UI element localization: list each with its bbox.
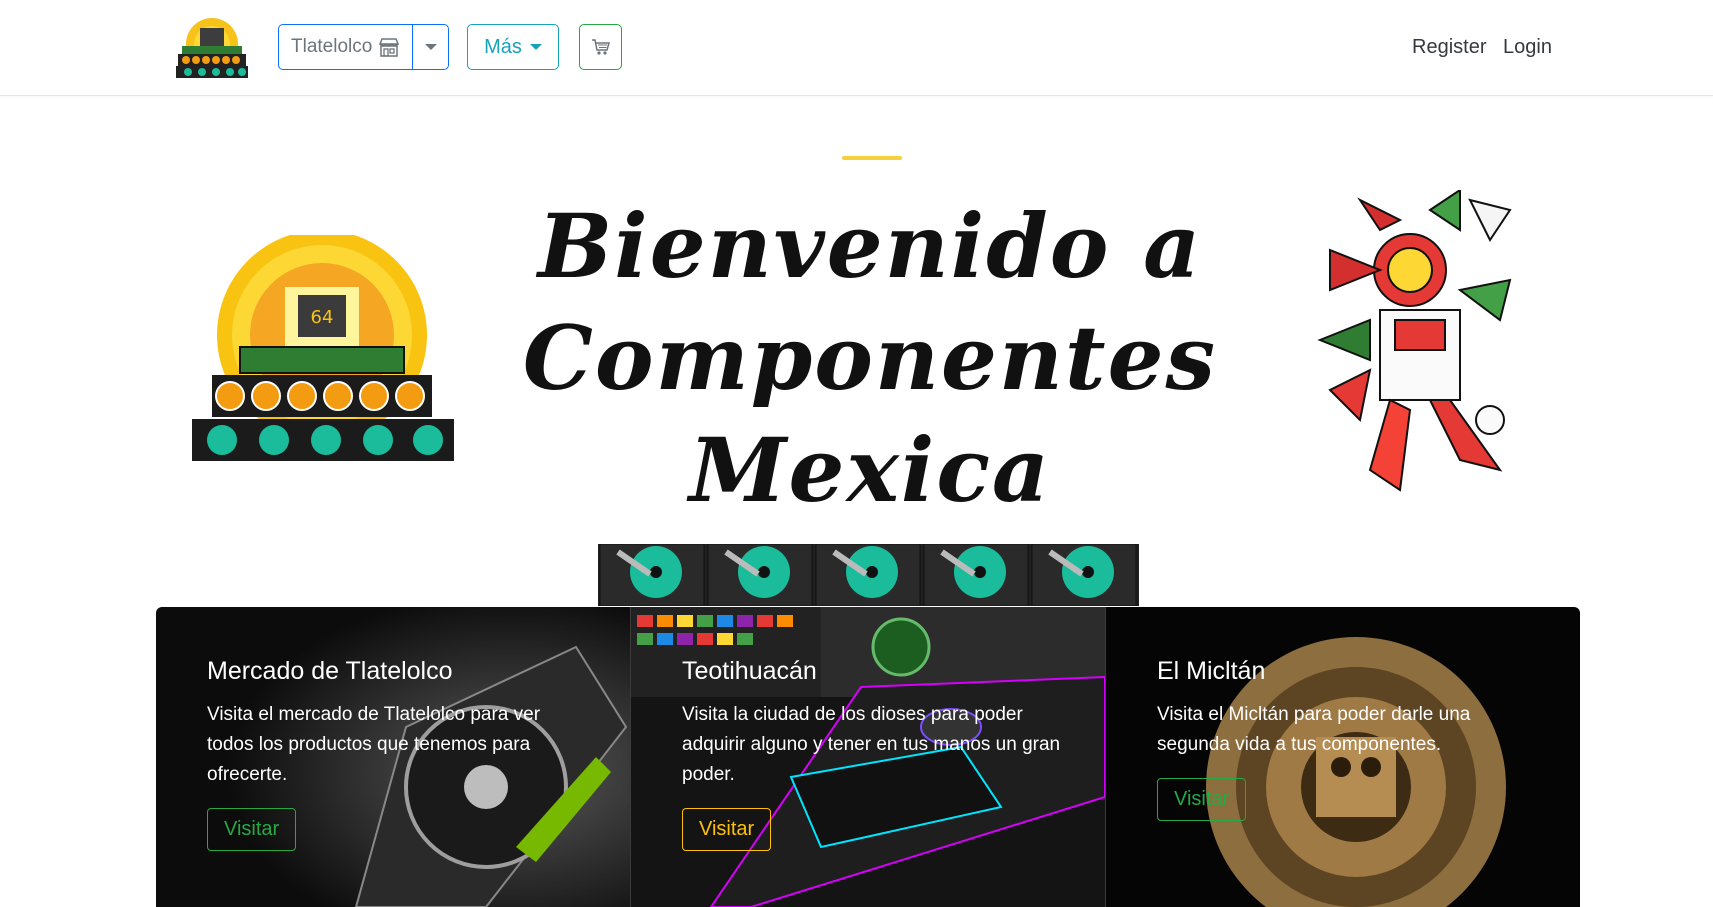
store-icon xyxy=(379,38,400,57)
card-text: Visita el mercado de Tlatelolco para ver… xyxy=(207,704,541,785)
card-tlatelolco: Mercado de Tlatelolco Visita el mercado … xyxy=(156,607,631,907)
hero-title-line1: Bienvenido a xyxy=(537,194,1203,298)
cart-icon xyxy=(591,39,610,55)
store-select-value: Tlatelolco xyxy=(291,36,373,57)
more-label: Más xyxy=(484,35,522,58)
register-link[interactable]: Register xyxy=(1412,36,1486,59)
navbar: Tlatelolco Más Register Login xyxy=(0,0,1713,96)
feature-cards: Mercado de Tlatelolco Visita el mercado … xyxy=(156,607,1580,907)
card-mictlan: El Micltán Visita el Micltán para poder … xyxy=(1106,607,1580,907)
card-teotihuacan: Teotihuacán Visita la ciudad de los dios… xyxy=(631,607,1106,907)
brand-logo[interactable] xyxy=(174,14,250,80)
more-dropdown-button[interactable]: Más xyxy=(467,24,559,70)
visit-mictlan-button[interactable]: Visitar xyxy=(1157,778,1247,821)
aztec-warrior-image xyxy=(1317,190,1512,492)
logo-chip-text: 64 xyxy=(311,307,334,328)
hero-title-line3: Mexica xyxy=(689,418,1051,522)
store-selector[interactable]: Tlatelolco xyxy=(278,24,450,70)
card-title: Mercado de Tlatelolco xyxy=(207,657,453,685)
hero-accent-bar xyxy=(842,156,902,160)
hero-title: Bienvenido a Componentes Mexica xyxy=(460,190,1280,526)
hero-logo-image: 64 xyxy=(192,235,454,461)
cart-button[interactable] xyxy=(579,24,622,70)
hdd-strip-image xyxy=(598,544,1139,606)
chevron-down-icon xyxy=(424,44,437,50)
card-body: Teotihuacán Visita la ciudad de los dios… xyxy=(682,657,1062,851)
login-link[interactable]: Login xyxy=(1503,36,1552,59)
store-select-button[interactable]: Tlatelolco xyxy=(278,24,414,70)
card-body: El Micltán Visita el Micltán para poder … xyxy=(1157,657,1537,821)
visit-teotihuacan-button[interactable]: Visitar xyxy=(682,808,772,851)
card-body: Mercado de Tlatelolco Visita el mercado … xyxy=(207,657,587,851)
hero-title-line2: Componentes xyxy=(522,306,1218,410)
card-text: Visita el Micltán para poder darle una s… xyxy=(1157,704,1471,755)
card-title: El Micltán xyxy=(1157,657,1266,685)
visit-tlatelolco-button[interactable]: Visitar xyxy=(207,808,297,851)
caret-down-icon xyxy=(529,44,542,50)
card-title: Teotihuacán xyxy=(682,657,817,685)
card-text: Visita la ciudad de los dioses para pode… xyxy=(682,704,1061,785)
store-dropdown-toggle[interactable] xyxy=(412,24,450,70)
